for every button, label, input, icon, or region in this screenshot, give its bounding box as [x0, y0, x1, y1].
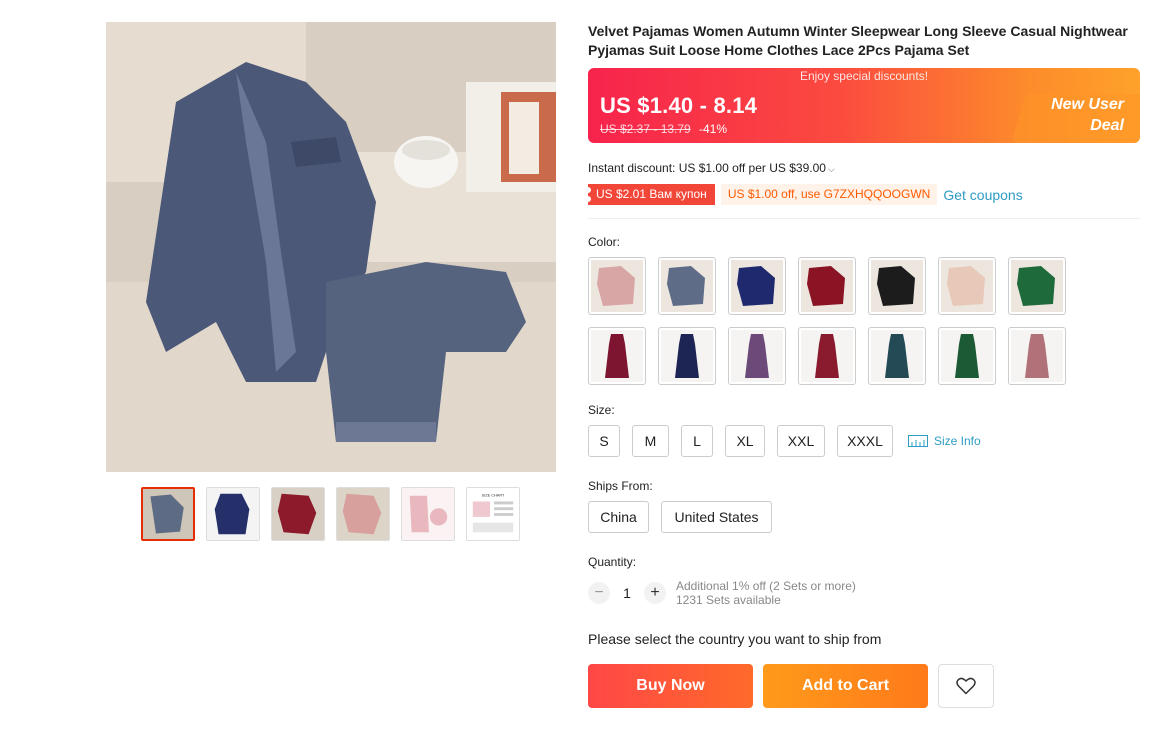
- instant-discount-text: Instant discount: US $1.00 off per US $3…: [588, 161, 826, 175]
- swatch-wine-cami[interactable]: [588, 327, 646, 385]
- new-user-deal-badge: New User Deal: [1051, 94, 1124, 136]
- size-option-xl[interactable]: XL: [725, 425, 765, 457]
- pajama-photo-icon: [106, 22, 556, 472]
- product-info-panel: Velvet Pajamas Women Autumn Winter Sleep…: [585, 22, 1140, 708]
- quantity-increase-button[interactable]: +: [644, 582, 666, 604]
- current-price: US $1.40 - 8.14: [600, 93, 758, 118]
- swatch-pink-velvet-thumb: [591, 260, 643, 312]
- deal-line: Deal: [1090, 117, 1124, 134]
- coupon-row: US $2.01 Вам купон US $1.00 off, use G7Z…: [585, 184, 1140, 205]
- product-title: Velvet Pajamas Women Autumn Winter Sleep…: [588, 23, 1128, 58]
- swatch-wine-velvet[interactable]: [798, 257, 856, 315]
- swatch-purple-cami-thumb: [731, 330, 783, 382]
- ships-from-united-states[interactable]: United States: [661, 501, 772, 533]
- swatch-wine-dress-thumb: [801, 330, 853, 382]
- swatch-black-lace-thumb: [871, 260, 923, 312]
- size-info-label: Size Info: [934, 434, 981, 448]
- action-buttons: Buy Now Add to Cart: [588, 664, 1140, 708]
- divider: [588, 218, 1140, 219]
- ships-from-china[interactable]: China: [588, 501, 649, 533]
- swatch-green-velvet[interactable]: [1008, 257, 1066, 315]
- swatch-champagne-lace[interactable]: [938, 257, 996, 315]
- ruler-icon: [908, 435, 928, 447]
- swatch-teal-dress[interactable]: [868, 327, 926, 385]
- quantity-info: Additional 1% off (2 Sets or more) 1231 …: [676, 579, 856, 607]
- swatch-champagne-lace-thumb: [941, 260, 993, 312]
- main-product-image[interactable]: [106, 22, 556, 472]
- swatch-navy-cami-thumb: [661, 330, 713, 382]
- instant-discount[interactable]: Instant discount: US $1.00 off per US $3…: [588, 161, 1140, 175]
- thumbnail-3[interactable]: [271, 487, 325, 541]
- quantity-stepper: − 1 + Additional 1% off (2 Sets or more)…: [588, 579, 1140, 607]
- swatch-grey-velvet-thumb: [661, 260, 713, 312]
- size-option-l[interactable]: L: [681, 425, 713, 457]
- thumbnail-strip: SIZE CHART: [141, 487, 520, 541]
- swatch-green-dress[interactable]: [938, 327, 996, 385]
- quantity-decrease-button[interactable]: −: [588, 582, 610, 604]
- swatch-wine-dress[interactable]: [798, 327, 856, 385]
- stock-available-text: 1231 Sets available: [676, 593, 781, 607]
- swatch-navy-velvet[interactable]: [728, 257, 786, 315]
- add-to-cart-button[interactable]: Add to Cart: [763, 664, 928, 708]
- size-option-xxl[interactable]: XXL: [777, 425, 825, 457]
- thumbnail-4[interactable]: [336, 487, 390, 541]
- quantity-value[interactable]: 1: [610, 585, 644, 601]
- ships-from-label: Ships From:: [588, 479, 653, 493]
- swatch-purple-cami[interactable]: [728, 327, 786, 385]
- wishlist-button[interactable]: [938, 664, 994, 708]
- swatch-black-lace[interactable]: [868, 257, 926, 315]
- buy-now-button[interactable]: Buy Now: [588, 664, 753, 708]
- special-discount-text: Enjoy special discounts!: [799, 69, 929, 83]
- swatch-rose-dress[interactable]: [1008, 327, 1066, 385]
- swatch-green-velvet-thumb: [1011, 260, 1063, 312]
- quantity-label: Quantity:: [588, 555, 637, 569]
- original-price: US $2.37 - 13.79: [600, 122, 691, 136]
- size-option-s[interactable]: S: [588, 425, 620, 457]
- coupon-red[interactable]: US $2.01 Вам купон: [585, 184, 715, 205]
- chevron-down-icon: ⌵: [827, 164, 835, 174]
- discount-percent: -41%: [699, 122, 728, 136]
- thumbnail-6-size-chart[interactable]: SIZE CHART: [466, 487, 520, 541]
- swatch-wine-cami-thumb: [591, 330, 643, 382]
- thumbnail-5[interactable]: [401, 487, 455, 541]
- price-banner: Enjoy special discounts! US $1.40 - 8.14…: [588, 68, 1140, 143]
- color-swatches: [588, 257, 1140, 385]
- size-option-xxxl[interactable]: XXXL: [837, 425, 893, 457]
- swatch-navy-cami[interactable]: [658, 327, 716, 385]
- size-options: S M L XL XXL XXXL Size Info: [588, 425, 1140, 457]
- color-label: Color:: [588, 235, 621, 249]
- swatch-pink-velvet[interactable]: [588, 257, 646, 315]
- swatch-grey-velvet[interactable]: [658, 257, 716, 315]
- swatch-green-dress-thumb: [941, 330, 993, 382]
- ships-from-options: China United States: [588, 501, 1140, 533]
- new-user-line: New User: [1051, 96, 1124, 113]
- swatch-navy-velvet-thumb: [731, 260, 783, 312]
- size-option-m[interactable]: M: [632, 425, 669, 457]
- bulk-offer-text: Additional 1% off (2 Sets or more): [676, 579, 856, 593]
- heart-icon: [956, 677, 976, 695]
- size-info-link[interactable]: Size Info: [908, 434, 981, 448]
- thumbnail-1[interactable]: [141, 487, 195, 541]
- coupon-code[interactable]: US $1.00 off, use G7ZXHQQOOGWN: [720, 184, 938, 205]
- swatch-wine-velvet-thumb: [801, 260, 853, 312]
- size-label: Size:: [588, 403, 615, 417]
- ship-country-prompt: Please select the country you want to sh…: [588, 631, 882, 647]
- swatch-teal-dress-thumb: [871, 330, 923, 382]
- get-coupons-link[interactable]: Get coupons: [943, 187, 1022, 203]
- size-chart-thumb-label: SIZE CHART: [482, 494, 505, 498]
- thumbnail-2[interactable]: [206, 487, 260, 541]
- swatch-rose-dress-thumb: [1011, 330, 1063, 382]
